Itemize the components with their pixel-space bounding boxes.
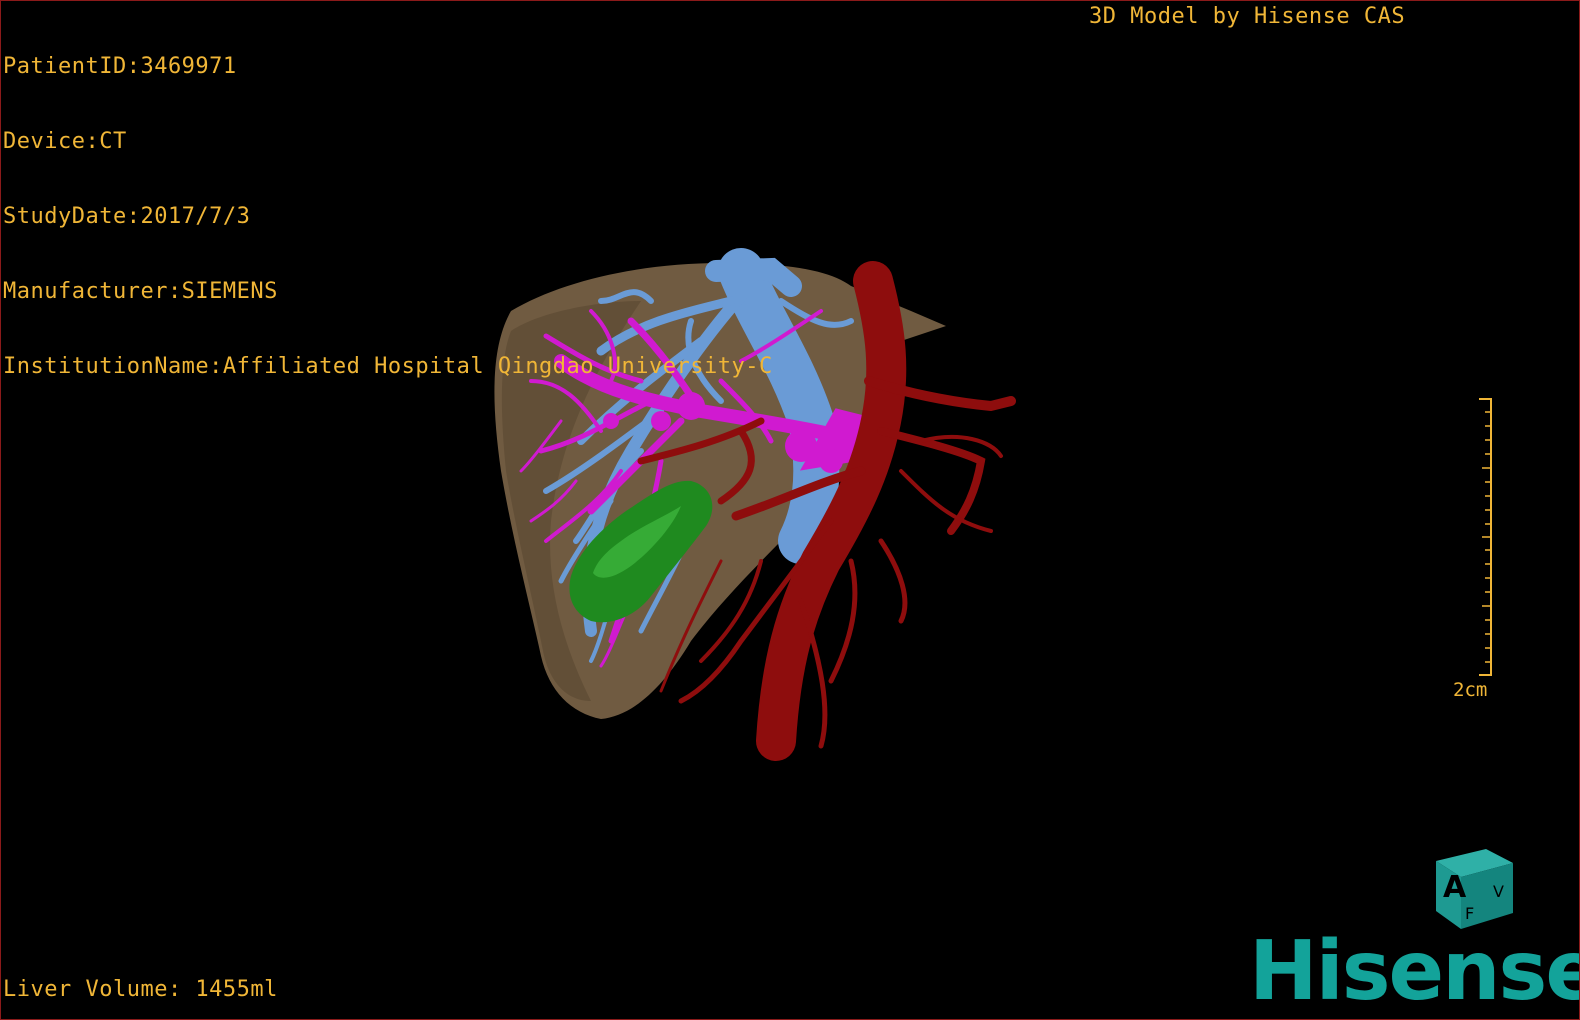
model-credit: 3D Model by Hisense CAS bbox=[1089, 4, 1406, 29]
device: Device:CT bbox=[3, 129, 127, 154]
dicom-metadata: PatientID:3469971 Device:CT StudyDate:20… bbox=[3, 4, 773, 429]
scale-bar bbox=[1479, 398, 1492, 676]
patient-id: PatientID:3469971 bbox=[3, 54, 237, 79]
cube-front-letter: A bbox=[1443, 870, 1467, 905]
3d-viewport[interactable]: PatientID:3469971 Device:CT StudyDate:20… bbox=[0, 0, 1580, 1020]
liver-volume: Liver Volume: 1455ml bbox=[3, 977, 278, 1002]
scale-label: 2cm bbox=[1453, 679, 1488, 701]
manufacturer: Manufacturer:SIEMENS bbox=[3, 279, 278, 304]
study-date: StudyDate:2017/7/3 bbox=[3, 204, 251, 229]
cube-bottom-letter: F bbox=[1465, 904, 1474, 923]
orientation-cube-icon[interactable]: A V F bbox=[1431, 841, 1526, 936]
hisense-logo: Hisense bbox=[1249, 924, 1580, 1019]
cube-side-letter: V bbox=[1493, 882, 1504, 901]
institution-name: InstitutionName:Affiliated Hospital Qing… bbox=[3, 354, 773, 379]
